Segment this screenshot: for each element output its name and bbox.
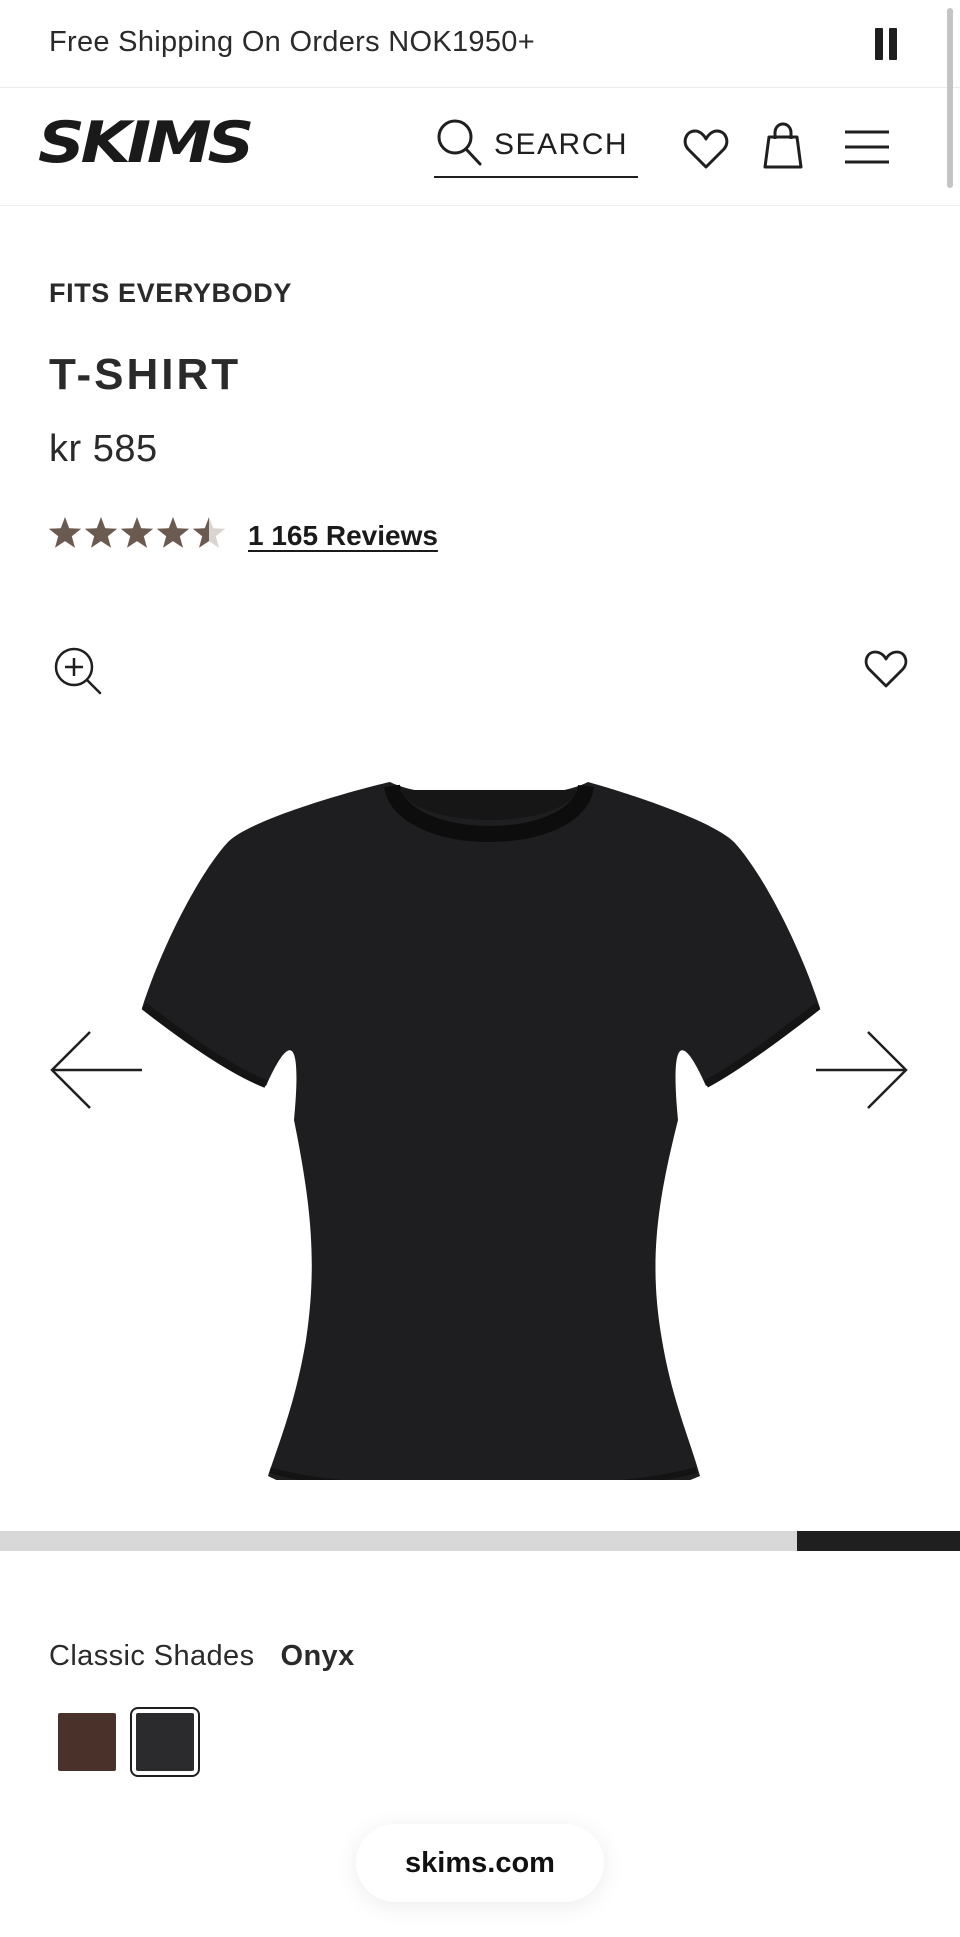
site-header: SKIMS SEARCH xyxy=(0,89,960,206)
search-button[interactable]: SEARCH xyxy=(434,116,638,178)
gallery-progress[interactable] xyxy=(0,1531,960,1551)
menu-icon[interactable] xyxy=(843,129,891,165)
search-icon xyxy=(437,119,482,166)
zoom-in-icon[interactable] xyxy=(52,645,104,697)
swatch-cocoa[interactable] xyxy=(58,1713,116,1771)
browser-url[interactable]: skims.com xyxy=(356,1824,604,1902)
selected-shade: Onyx xyxy=(280,1640,355,1672)
product-gallery xyxy=(0,620,960,1520)
promo-text: Free Shipping On Orders NOK1950+ xyxy=(49,26,535,58)
shade-label: Classic Shades xyxy=(49,1640,255,1672)
search-label: SEARCH xyxy=(494,128,629,161)
rating-stars xyxy=(49,517,226,548)
star-icon xyxy=(192,517,226,548)
product-price: kr 585 xyxy=(49,428,158,470)
swatch-onyx[interactable] xyxy=(130,1707,200,1777)
gallery-progress-fill xyxy=(796,1531,960,1551)
promo-bar: Free Shipping On Orders NOK1950+ xyxy=(0,0,960,88)
product-brand: FITS EVERYBODY xyxy=(49,278,292,308)
star-icon xyxy=(156,517,190,548)
reviews-link[interactable]: 1 165 Reviews xyxy=(248,520,438,552)
svg-text:SKIMS: SKIMS xyxy=(38,116,251,176)
star-icon xyxy=(84,517,118,548)
product-rating: 1 165 Reviews xyxy=(49,512,469,556)
product-image[interactable] xyxy=(130,700,830,1480)
heart-icon[interactable] xyxy=(683,127,729,171)
star-icon xyxy=(120,517,154,548)
bag-icon[interactable] xyxy=(761,121,805,171)
star-icon xyxy=(49,517,82,548)
shade-swatches xyxy=(58,1707,358,1780)
shade-row: Classic Shades Onyx xyxy=(49,1640,355,1673)
pause-icon[interactable] xyxy=(872,28,900,60)
skims-logo[interactable]: SKIMS xyxy=(38,110,278,176)
heart-icon[interactable] xyxy=(864,648,908,690)
product-title: T-SHIRT xyxy=(49,350,242,399)
